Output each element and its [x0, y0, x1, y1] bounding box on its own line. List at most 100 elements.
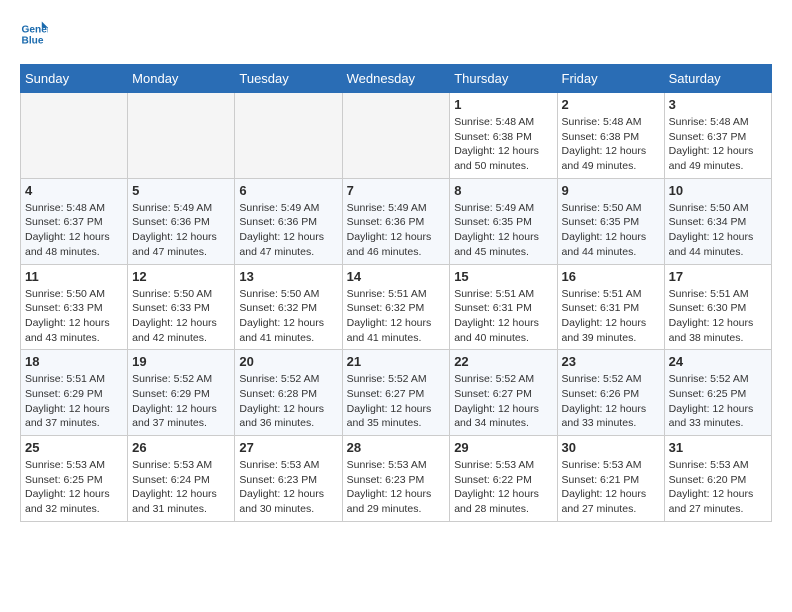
calendar-cell: 14 Sunrise: 5:51 AM Sunset: 6:32 PM Dayli… — [342, 264, 450, 350]
calendar-cell — [21, 93, 128, 179]
day-info: Sunrise: 5:50 AM Sunset: 6:34 PM Dayligh… — [669, 201, 767, 260]
day-info: Sunrise: 5:51 AM Sunset: 6:30 PM Dayligh… — [669, 287, 767, 346]
day-info: Sunrise: 5:49 AM Sunset: 6:35 PM Dayligh… — [454, 201, 552, 260]
day-number: 1 — [454, 97, 552, 112]
calendar-cell: 28Sunrise: 5:53 AM Sunset: 6:23 PM Dayli… — [342, 436, 450, 522]
calendar-cell: 6 Sunrise: 5:49 AM Sunset: 6:36 PM Daylig… — [235, 178, 342, 264]
day-info: Sunrise: 5:50 AM Sunset: 6:33 PM Dayligh… — [25, 287, 123, 346]
weekday-header-sunday: Sunday — [21, 65, 128, 93]
calendar-week-row: 11 Sunrise: 5:50 AM Sunset: 6:33 PM Dayli… — [21, 264, 772, 350]
day-number: 14 — [347, 269, 446, 284]
calendar-week-row: 25 Sunrise: 5:53 AM Sunset: 6:25 PM Dayli… — [21, 436, 772, 522]
calendar-cell — [128, 93, 235, 179]
day-number: 23 — [562, 354, 660, 369]
day-number: 17 — [669, 269, 767, 284]
calendar-week-row: 4Sunrise: 5:48 AM Sunset: 6:37 PM Daylig… — [21, 178, 772, 264]
calendar-cell: 3Sunrise: 5:48 AM Sunset: 6:37 PM Daylig… — [664, 93, 771, 179]
weekday-header-monday: Monday — [128, 65, 235, 93]
day-info: Sunrise: 5:49 AM Sunset: 6:36 PM Dayligh… — [132, 201, 230, 260]
day-info: Sunrise: 5:50 AM Sunset: 6:33 PM Dayligh… — [132, 287, 230, 346]
calendar-cell: 9 Sunrise: 5:50 AM Sunset: 6:35 PM Daylig… — [557, 178, 664, 264]
day-info: Sunrise: 5:51 AM Sunset: 6:31 PM Dayligh… — [562, 287, 660, 346]
day-number: 19 — [132, 354, 230, 369]
day-number: 21 — [347, 354, 446, 369]
calendar-cell — [235, 93, 342, 179]
weekday-header-row: SundayMondayTuesdayWednesdayThursdayFrid… — [21, 65, 772, 93]
day-info: Sunrise: 5:53 AM Sunset: 6:22 PM Dayligh… — [454, 458, 552, 517]
svg-text:Blue: Blue — [22, 35, 44, 46]
calendar-cell: 24 Sunrise: 5:52 AM Sunset: 6:25 PM Dayli… — [664, 350, 771, 436]
calendar-cell: 12 Sunrise: 5:50 AM Sunset: 6:33 PM Dayli… — [128, 264, 235, 350]
day-info: Sunrise: 5:50 AM Sunset: 6:32 PM Dayligh… — [239, 287, 337, 346]
calendar-cell: 19 Sunrise: 5:52 AM Sunset: 6:29 PM Dayli… — [128, 350, 235, 436]
calendar-cell: 2Sunrise: 5:48 AM Sunset: 6:38 PM Daylig… — [557, 93, 664, 179]
calendar-week-row: 1 Sunrise: 5:48 AM Sunset: 6:38 PM Daylig… — [21, 93, 772, 179]
day-number: 7 — [347, 183, 446, 198]
weekday-header-tuesday: Tuesday — [235, 65, 342, 93]
day-info: Sunrise: 5:50 AM Sunset: 6:35 PM Dayligh… — [562, 201, 660, 260]
day-number: 12 — [132, 269, 230, 284]
weekday-header-thursday: Thursday — [450, 65, 557, 93]
day-info: Sunrise: 5:49 AM Sunset: 6:36 PM Dayligh… — [347, 201, 446, 260]
day-info: Sunrise: 5:51 AM Sunset: 6:31 PM Dayligh… — [454, 287, 552, 346]
day-info: Sunrise: 5:53 AM Sunset: 6:23 PM Dayligh… — [347, 458, 446, 517]
day-number: 24 — [669, 354, 767, 369]
day-number: 31 — [669, 440, 767, 455]
calendar-cell: 21 Sunrise: 5:52 AM Sunset: 6:27 PM Dayli… — [342, 350, 450, 436]
day-number: 10 — [669, 183, 767, 198]
day-info: Sunrise: 5:52 AM Sunset: 6:28 PM Dayligh… — [239, 372, 337, 431]
calendar-cell: 23 Sunrise: 5:52 AM Sunset: 6:26 PM Dayli… — [557, 350, 664, 436]
day-info: Sunrise: 5:48 AM Sunset: 6:37 PM Dayligh… — [25, 201, 123, 260]
calendar-cell: 20 Sunrise: 5:52 AM Sunset: 6:28 PM Dayli… — [235, 350, 342, 436]
calendar-cell: 1 Sunrise: 5:48 AM Sunset: 6:38 PM Daylig… — [450, 93, 557, 179]
day-info: Sunrise: 5:53 AM Sunset: 6:25 PM Dayligh… — [25, 458, 123, 517]
day-info: Sunrise: 5:53 AM Sunset: 6:24 PM Dayligh… — [132, 458, 230, 517]
calendar-cell: 30Sunrise: 5:53 AM Sunset: 6:21 PM Dayli… — [557, 436, 664, 522]
logo: General Blue — [20, 20, 52, 48]
calendar-cell: 17 Sunrise: 5:51 AM Sunset: 6:30 PM Dayli… — [664, 264, 771, 350]
day-info: Sunrise: 5:48 AM Sunset: 6:38 PM Dayligh… — [454, 115, 552, 174]
day-number: 29 — [454, 440, 552, 455]
day-number: 18 — [25, 354, 123, 369]
day-number: 6 — [239, 183, 337, 198]
day-info: Sunrise: 5:52 AM Sunset: 6:29 PM Dayligh… — [132, 372, 230, 431]
calendar-cell: 25 Sunrise: 5:53 AM Sunset: 6:25 PM Dayli… — [21, 436, 128, 522]
calendar-cell: 29 Sunrise: 5:53 AM Sunset: 6:22 PM Dayli… — [450, 436, 557, 522]
day-number: 11 — [25, 269, 123, 284]
day-number: 9 — [562, 183, 660, 198]
page-header: General Blue — [20, 20, 772, 48]
day-info: Sunrise: 5:51 AM Sunset: 6:32 PM Dayligh… — [347, 287, 446, 346]
calendar-cell: 27 Sunrise: 5:53 AM Sunset: 6:23 PM Dayli… — [235, 436, 342, 522]
day-number: 16 — [562, 269, 660, 284]
calendar-cell — [342, 93, 450, 179]
day-number: 26 — [132, 440, 230, 455]
day-info: Sunrise: 5:53 AM Sunset: 6:23 PM Dayligh… — [239, 458, 337, 517]
calendar-cell: 16 Sunrise: 5:51 AM Sunset: 6:31 PM Dayli… — [557, 264, 664, 350]
weekday-header-friday: Friday — [557, 65, 664, 93]
calendar-cell: 5 Sunrise: 5:49 AM Sunset: 6:36 PM Daylig… — [128, 178, 235, 264]
logo-icon: General Blue — [20, 20, 48, 48]
day-number: 3 — [669, 97, 767, 112]
day-number: 20 — [239, 354, 337, 369]
calendar-cell: 18 Sunrise: 5:51 AM Sunset: 6:29 PM Dayli… — [21, 350, 128, 436]
day-info: Sunrise: 5:49 AM Sunset: 6:36 PM Dayligh… — [239, 201, 337, 260]
calendar-cell: 26 Sunrise: 5:53 AM Sunset: 6:24 PM Dayli… — [128, 436, 235, 522]
day-number: 25 — [25, 440, 123, 455]
day-info: Sunrise: 5:52 AM Sunset: 6:26 PM Dayligh… — [562, 372, 660, 431]
calendar-cell: 11 Sunrise: 5:50 AM Sunset: 6:33 PM Dayli… — [21, 264, 128, 350]
day-number: 5 — [132, 183, 230, 198]
calendar-cell: 4Sunrise: 5:48 AM Sunset: 6:37 PM Daylig… — [21, 178, 128, 264]
calendar-cell: 10 Sunrise: 5:50 AM Sunset: 6:34 PM Dayli… — [664, 178, 771, 264]
day-info: Sunrise: 5:52 AM Sunset: 6:27 PM Dayligh… — [347, 372, 446, 431]
calendar-cell: 13Sunrise: 5:50 AM Sunset: 6:32 PM Dayli… — [235, 264, 342, 350]
day-info: Sunrise: 5:52 AM Sunset: 6:27 PM Dayligh… — [454, 372, 552, 431]
day-number: 2 — [562, 97, 660, 112]
calendar-cell: 31Sunrise: 5:53 AM Sunset: 6:20 PM Dayli… — [664, 436, 771, 522]
day-number: 30 — [562, 440, 660, 455]
day-number: 15 — [454, 269, 552, 284]
day-info: Sunrise: 5:52 AM Sunset: 6:25 PM Dayligh… — [669, 372, 767, 431]
day-number: 27 — [239, 440, 337, 455]
calendar-cell: 8Sunrise: 5:49 AM Sunset: 6:35 PM Daylig… — [450, 178, 557, 264]
day-info: Sunrise: 5:51 AM Sunset: 6:29 PM Dayligh… — [25, 372, 123, 431]
calendar-table: SundayMondayTuesdayWednesdayThursdayFrid… — [20, 64, 772, 522]
